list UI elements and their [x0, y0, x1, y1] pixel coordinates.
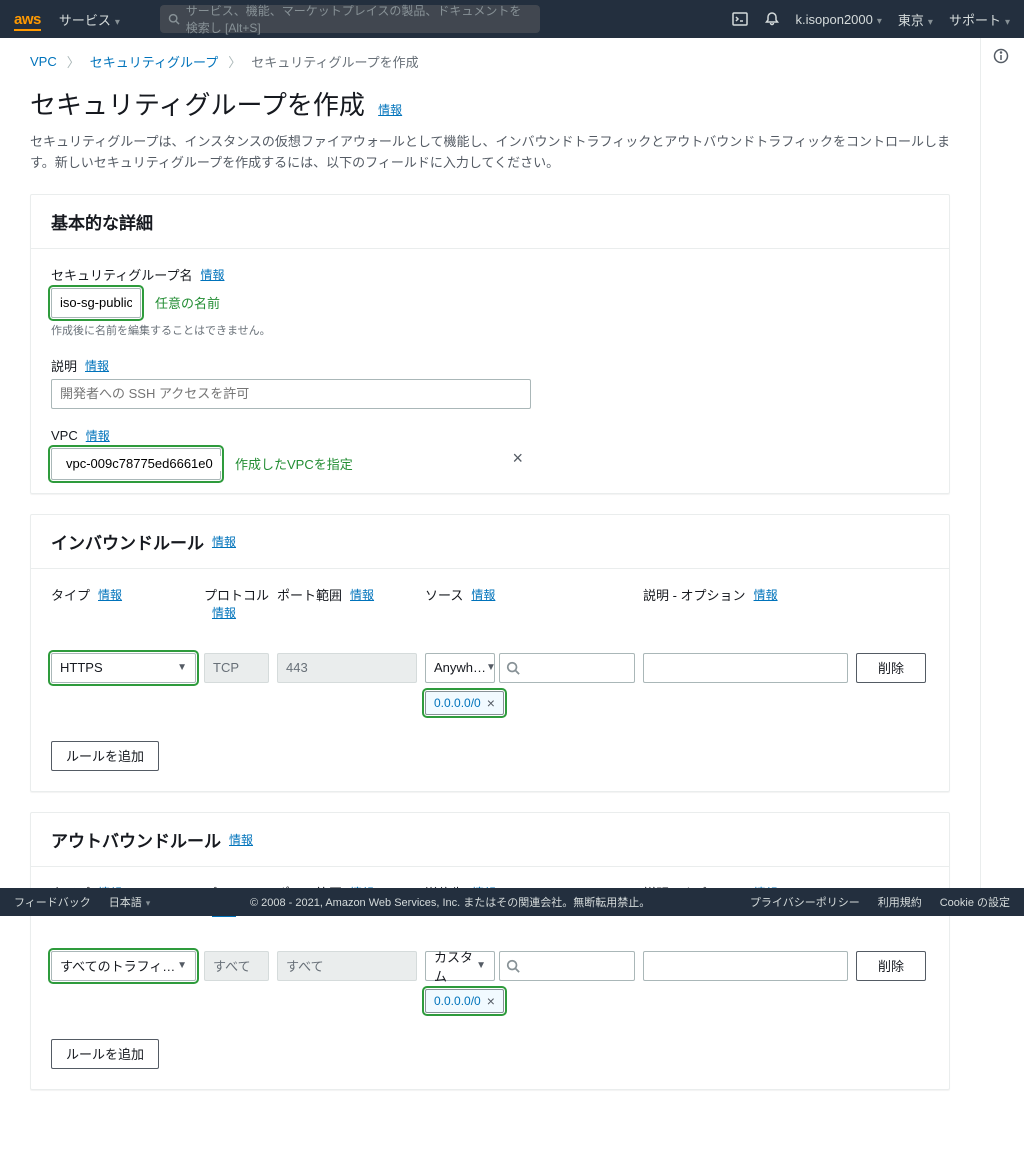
- breadcrumb: VPC 〉 セキュリティグループ 〉 セキュリティグループを作成: [30, 52, 950, 71]
- right-rail: [980, 38, 1020, 888]
- close-icon[interactable]: ×: [487, 695, 495, 711]
- breadcrumb-vpc[interactable]: VPC: [30, 54, 57, 69]
- breadcrumb-security-groups[interactable]: セキュリティグループ: [90, 52, 218, 71]
- inbound-desc-input[interactable]: [643, 653, 848, 683]
- terms-link[interactable]: 利用規約: [878, 894, 922, 910]
- sg-desc-label: 説明 情報: [51, 356, 929, 375]
- caret-down-icon: ▼: [486, 662, 496, 673]
- sg-desc-info-link[interactable]: 情報: [85, 357, 109, 374]
- language-select[interactable]: 日本語: [109, 894, 151, 910]
- caret-down-icon: ▼: [177, 960, 187, 971]
- col-port: ポート範囲情報: [277, 585, 417, 604]
- col-proto-info[interactable]: 情報: [212, 604, 236, 621]
- outbound-port: すべて: [277, 951, 417, 981]
- basic-details-panel: 基本的な詳細 セキュリティグループ名 情報 任意の名前 作成後に名前を編集するこ…: [30, 194, 950, 494]
- chevron-right-icon: 〉: [228, 52, 241, 71]
- outbound-add-rule-button[interactable]: ルールを追加: [51, 1039, 159, 1069]
- cookie-link[interactable]: Cookie の設定: [940, 894, 1010, 910]
- top-nav: aws サービス サービス、機能、マーケットプレイスの製品、ドキュメントを検索し…: [0, 0, 1024, 38]
- col-desc-info[interactable]: 情報: [754, 586, 778, 603]
- inbound-source-search[interactable]: [499, 653, 635, 683]
- feedback-link[interactable]: フィードバック: [14, 894, 91, 910]
- page-title: セキュリティグループを作成 情報: [30, 85, 950, 122]
- outbound-type-select[interactable]: すべてのトラフィ…▼: [51, 951, 196, 981]
- vpc-info-link[interactable]: 情報: [86, 427, 110, 444]
- sg-name-input[interactable]: [51, 288, 141, 318]
- vpc-clear-icon[interactable]: ×: [512, 448, 523, 469]
- page-title-info-link[interactable]: 情報: [378, 103, 402, 117]
- breadcrumb-current: セキュリティグループを作成: [251, 52, 418, 71]
- basic-details-header: 基本的な詳細: [31, 195, 949, 249]
- vpc-label: VPC 情報: [51, 427, 929, 444]
- sg-name-annotation: 任意の名前: [155, 293, 220, 312]
- sg-name-label: セキュリティグループ名 情報: [51, 265, 929, 284]
- copyright: © 2008 - 2021, Amazon Web Services, Inc.…: [250, 894, 650, 910]
- col-desc: 説明 - オプション情報: [643, 585, 848, 604]
- col-source-info[interactable]: 情報: [471, 586, 495, 603]
- outbound-rules-panel: アウトバウンドルール 情報 タイプ情報 プロトコル情報 ポート範囲情報 送信先情…: [30, 812, 950, 1090]
- col-source: ソース情報: [425, 585, 635, 604]
- search-icon: [506, 959, 520, 973]
- outbound-delete-button[interactable]: 削除: [856, 951, 926, 981]
- support-menu[interactable]: サポート: [949, 10, 1010, 29]
- sg-name-help: 作成後に名前を編集することはできません。: [51, 322, 929, 338]
- inbound-rules-header: インバウンドルール 情報: [31, 515, 949, 569]
- sg-name-info-link[interactable]: 情報: [200, 266, 224, 283]
- outbound-dest-type-select[interactable]: カスタム▼: [425, 951, 495, 981]
- global-search[interactable]: サービス、機能、マーケットプレイスの製品、ドキュメントを検索し [Alt+S]: [160, 5, 540, 33]
- vpc-annotation: 作成したVPCを指定: [235, 454, 353, 473]
- footer: フィードバック 日本語 © 2008 - 2021, Amazon Web Se…: [0, 888, 1024, 916]
- services-menu[interactable]: サービス: [59, 10, 120, 29]
- cloudshell-icon[interactable]: [732, 11, 748, 27]
- privacy-link[interactable]: プライバシーポリシー: [750, 894, 860, 910]
- region-menu[interactable]: 東京: [898, 10, 933, 29]
- col-type-info[interactable]: 情報: [98, 586, 122, 603]
- inbound-cidr-chip[interactable]: 0.0.0.0/0 ×: [425, 691, 504, 715]
- inbound-port: 443: [277, 653, 417, 683]
- search-icon: [506, 661, 520, 675]
- sg-desc-input[interactable]: [51, 379, 531, 409]
- outbound-info-link[interactable]: 情報: [229, 831, 253, 848]
- col-type: タイプ情報: [51, 585, 196, 604]
- inbound-rules-panel: インバウンドルール 情報 タイプ情報 プロトコル情報 ポート範囲情報 ソース情報…: [30, 514, 950, 792]
- inbound-delete-button[interactable]: 削除: [856, 653, 926, 683]
- inbound-info-link[interactable]: 情報: [212, 533, 236, 550]
- caret-down-icon: ▼: [476, 960, 486, 971]
- search-placeholder: サービス、機能、マーケットプレイスの製品、ドキュメントを検索し [Alt+S]: [186, 2, 532, 36]
- inbound-add-rule-button[interactable]: ルールを追加: [51, 741, 159, 771]
- inbound-type-select[interactable]: HTTPS▼: [51, 653, 196, 683]
- outbound-cidr-chip[interactable]: 0.0.0.0/0 ×: [425, 989, 504, 1013]
- outbound-dest-search[interactable]: [499, 951, 635, 981]
- inbound-protocol: TCP: [204, 653, 269, 683]
- inbound-source-type-select[interactable]: Anywh…▼: [425, 653, 495, 683]
- vpc-input[interactable]: [66, 456, 242, 471]
- close-icon[interactable]: ×: [487, 993, 495, 1009]
- info-icon[interactable]: [993, 48, 1009, 64]
- caret-down-icon: ▼: [177, 662, 187, 673]
- page-description: セキュリティグループは、インスタンスの仮想ファイアウォールとして機能し、インバウ…: [30, 132, 950, 174]
- aws-logo[interactable]: aws: [14, 11, 41, 28]
- outbound-protocol: すべて: [204, 951, 269, 981]
- outbound-rules-header: アウトバウンドルール 情報: [31, 813, 949, 867]
- outbound-desc-input[interactable]: [643, 951, 848, 981]
- notifications-icon[interactable]: [764, 11, 780, 27]
- col-port-info[interactable]: 情報: [350, 586, 374, 603]
- chevron-right-icon: 〉: [67, 52, 80, 71]
- search-icon: [168, 12, 180, 26]
- account-menu[interactable]: k.isopon2000: [796, 12, 882, 27]
- col-protocol: プロトコル情報: [204, 585, 269, 621]
- vpc-selector[interactable]: [51, 448, 221, 480]
